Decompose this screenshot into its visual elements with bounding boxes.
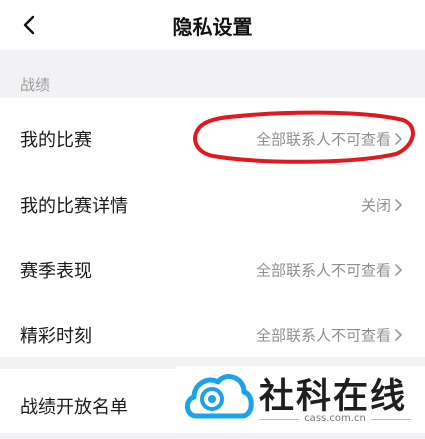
section-header: 战绩 (0, 50, 425, 98)
section-label: 战绩 (20, 76, 51, 94)
setting-value: 全部联系人不可查看 (255, 326, 391, 345)
setting-label: 我的比赛详情 (20, 196, 128, 217)
setting-label: 战绩开放名单 (20, 397, 128, 418)
chevron-right-icon (395, 329, 402, 341)
setting-label: 精彩时刻 (20, 326, 92, 347)
setting-value: 全部联系人不可查看 (255, 261, 391, 280)
setting-row-match-details[interactable]: 我的比赛详情 关闭 (0, 172, 425, 238)
setting-label: 赛季表现 (20, 261, 92, 282)
watermark: 社科在线 cass.com.cn (176, 366, 425, 433)
red-circle-annotation (193, 110, 415, 164)
setting-row-season-performance[interactable]: 赛季表现 全部联系人不可查看 (0, 237, 425, 303)
chevron-right-icon (395, 199, 402, 211)
navigation-bar: 隐私设置 (0, 0, 425, 50)
watermark-title: 社科在线 (259, 377, 408, 417)
divider (371, 419, 411, 420)
chevron-right-icon (395, 264, 402, 276)
page-title: 隐私设置 (172, 15, 253, 39)
cloud-logo-icon (185, 374, 254, 419)
setting-label: 我的比赛 (20, 130, 92, 151)
setting-value: 关闭 (360, 196, 391, 215)
